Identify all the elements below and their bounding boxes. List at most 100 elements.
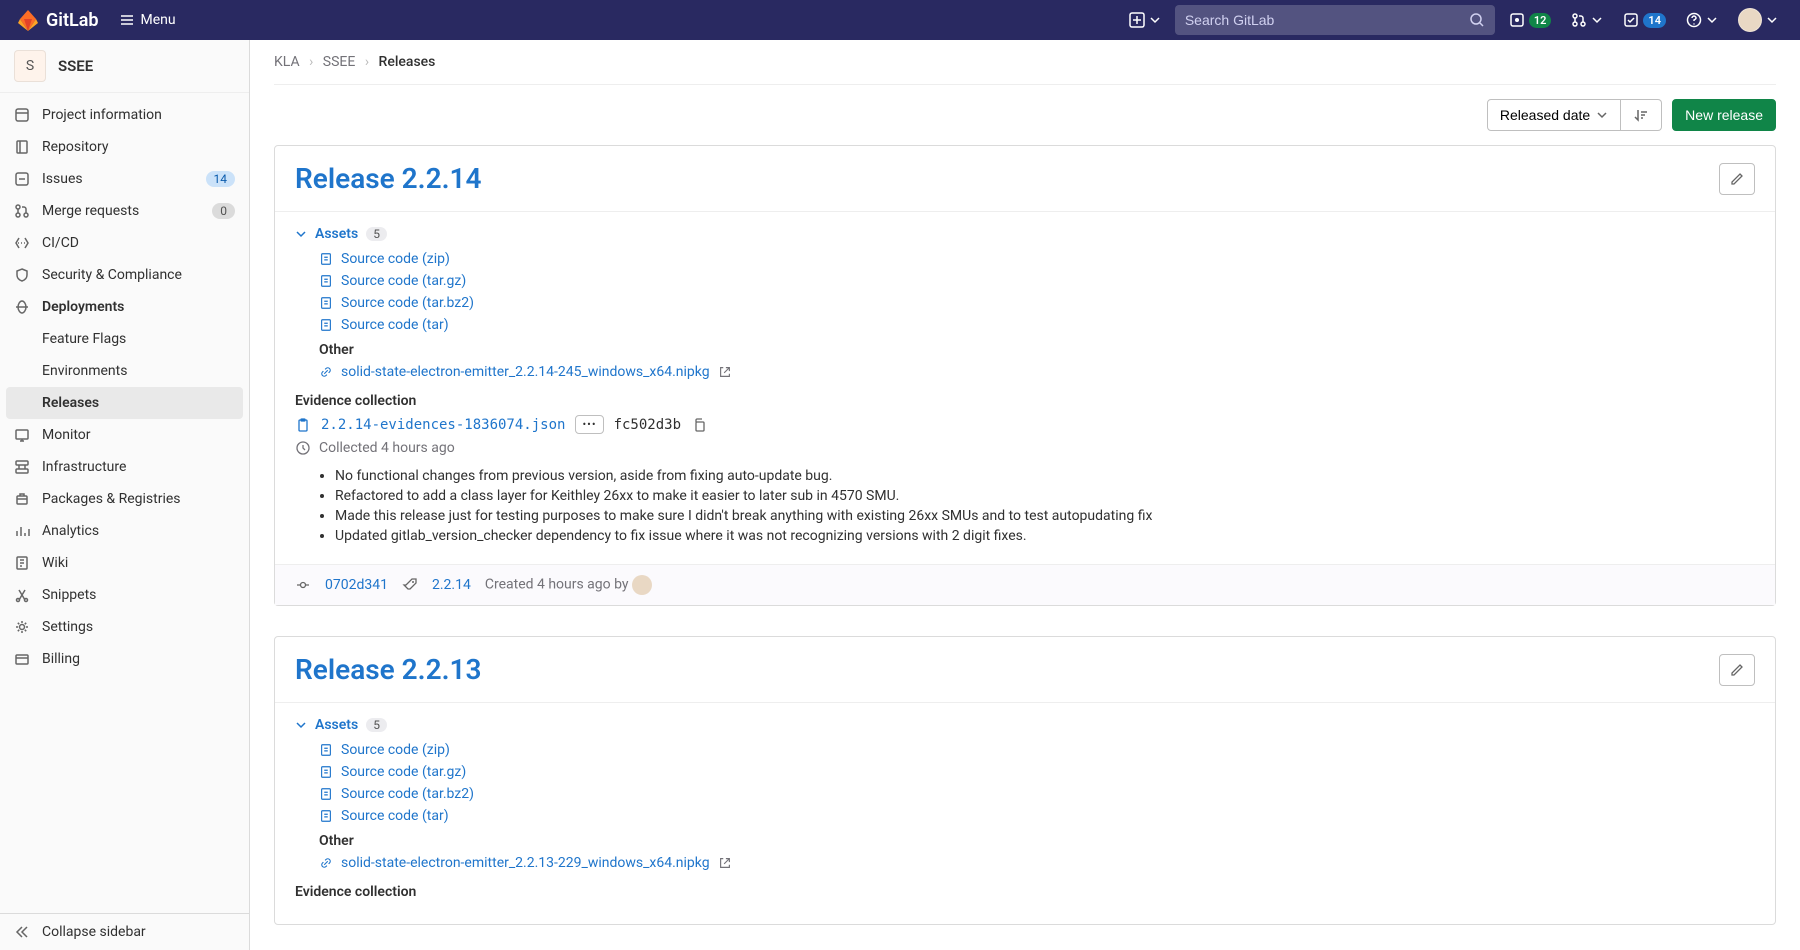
sidebar-item-label: Environments bbox=[42, 363, 235, 379]
asset-link[interactable]: Source code (tar.bz2) bbox=[319, 783, 1755, 805]
nav-issues[interactable]: 12 bbox=[1503, 8, 1558, 32]
controls-row: Released date New release bbox=[274, 85, 1776, 145]
author-avatar[interactable] bbox=[632, 575, 652, 595]
asset-link-text[interactable]: Source code (tar.gz) bbox=[341, 273, 466, 289]
sidebar-subitem-feature-flags[interactable]: Feature Flags bbox=[0, 323, 249, 355]
breadcrumb-link[interactable]: SSEE bbox=[323, 54, 356, 70]
nav-merge-requests[interactable] bbox=[1565, 8, 1609, 32]
asset-link-text[interactable]: Source code (zip) bbox=[341, 742, 450, 758]
asset-link[interactable]: Source code (tar) bbox=[319, 314, 1755, 336]
collapse-sidebar[interactable]: Collapse sidebar bbox=[0, 913, 249, 950]
asset-link[interactable]: Source code (tar.gz) bbox=[319, 761, 1755, 783]
menu-toggle[interactable]: Menu bbox=[119, 12, 176, 28]
chevron-down-icon bbox=[1591, 14, 1603, 26]
repo-icon bbox=[14, 139, 30, 155]
sidebar-item-packages-registries[interactable]: Packages & Registries bbox=[0, 483, 249, 515]
monitor-icon bbox=[14, 427, 30, 443]
other-assets-header: Other bbox=[319, 342, 1755, 358]
plus-square-icon bbox=[1129, 12, 1145, 28]
user-menu[interactable] bbox=[1732, 4, 1784, 36]
tag-link[interactable]: 2.2.14 bbox=[432, 577, 471, 593]
asset-link-text[interactable]: solid-state-electron-emitter_2.2.14-245_… bbox=[341, 364, 710, 380]
release-footer: 0702d341 2.2.14 Created 4 hours ago by bbox=[275, 564, 1775, 605]
sidebar-item-label: Project information bbox=[42, 107, 235, 123]
asset-link-external[interactable]: solid-state-electron-emitter_2.2.13-229_… bbox=[319, 852, 1755, 874]
sidebar-subitem-releases[interactable]: Releases bbox=[6, 387, 243, 419]
asset-link-text[interactable]: Source code (tar) bbox=[341, 808, 449, 824]
sidebar-item-label: Security & Compliance bbox=[42, 267, 235, 283]
gitlab-logo[interactable]: GitLab bbox=[16, 8, 99, 32]
sidebar-item-deployments[interactable]: Deployments bbox=[0, 291, 249, 323]
sidebar-item-settings[interactable]: Settings bbox=[0, 611, 249, 643]
sidebar-item-merge-requests[interactable]: Merge requests0 bbox=[0, 195, 249, 227]
sort-direction-button[interactable] bbox=[1621, 99, 1662, 131]
commit-link[interactable]: 0702d341 bbox=[325, 577, 388, 593]
sha-expand-button[interactable]: ••• bbox=[575, 415, 603, 434]
edit-release-button[interactable] bbox=[1719, 163, 1755, 195]
document-icon bbox=[319, 765, 333, 779]
sidebar-item-analytics[interactable]: Analytics bbox=[0, 515, 249, 547]
sidebar-item-label: Merge requests bbox=[42, 203, 200, 219]
asset-link-text[interactable]: Source code (tar.bz2) bbox=[341, 295, 474, 311]
assets-count: 5 bbox=[366, 718, 387, 732]
tag-icon bbox=[402, 577, 418, 593]
release-notes: No functional changes from previous vers… bbox=[295, 466, 1755, 546]
sort-dropdown[interactable]: Released date bbox=[1487, 99, 1621, 131]
edit-release-button[interactable] bbox=[1719, 654, 1755, 686]
asset-link[interactable]: Source code (tar) bbox=[319, 805, 1755, 827]
asset-link[interactable]: Source code (tar.gz) bbox=[319, 270, 1755, 292]
search-box[interactable] bbox=[1175, 5, 1495, 35]
asset-link-text[interactable]: Source code (tar.bz2) bbox=[341, 786, 474, 802]
sidebar-item-snippets[interactable]: Snippets bbox=[0, 579, 249, 611]
sidebar-project-header[interactable]: S SSEE bbox=[0, 40, 249, 93]
sidebar-item-wiki[interactable]: Wiki bbox=[0, 547, 249, 579]
asset-link[interactable]: Source code (zip) bbox=[319, 739, 1755, 761]
asset-link-external[interactable]: solid-state-electron-emitter_2.2.14-245_… bbox=[319, 361, 1755, 383]
breadcrumb-link[interactable]: KLA bbox=[274, 54, 300, 70]
release-note-item: Refactored to add a class layer for Keit… bbox=[335, 486, 1755, 506]
sidebar-item-label: Issues bbox=[42, 171, 194, 187]
release-title[interactable]: Release 2.2.13 bbox=[295, 653, 482, 686]
document-icon bbox=[319, 296, 333, 310]
new-dropdown[interactable] bbox=[1123, 8, 1167, 32]
top-navbar: GitLab Menu 12 14 bbox=[0, 0, 1800, 40]
chevron-double-left-icon bbox=[14, 924, 30, 940]
sidebar-item-infrastructure[interactable]: Infrastructure bbox=[0, 451, 249, 483]
menu-label: Menu bbox=[141, 12, 176, 28]
sidebar-item-repository[interactable]: Repository bbox=[0, 131, 249, 163]
release-title[interactable]: Release 2.2.14 bbox=[295, 162, 482, 195]
asset-link[interactable]: Source code (zip) bbox=[319, 248, 1755, 270]
sidebar-item-billing[interactable]: Billing bbox=[0, 643, 249, 675]
new-release-label: New release bbox=[1685, 107, 1763, 123]
sidebar-item-ci-cd[interactable]: CI/CD bbox=[0, 227, 249, 259]
sidebar-subitem-environments[interactable]: Environments bbox=[0, 355, 249, 387]
assets-toggle[interactable]: Assets 5 bbox=[295, 226, 1755, 242]
asset-link-text[interactable]: Source code (tar.gz) bbox=[341, 764, 466, 780]
asset-link-text[interactable]: Source code (tar) bbox=[341, 317, 449, 333]
copy-icon[interactable] bbox=[691, 417, 707, 433]
billing-icon bbox=[14, 651, 30, 667]
sidebar-item-monitor[interactable]: Monitor bbox=[0, 419, 249, 451]
count-badge: 14 bbox=[206, 171, 236, 187]
merge-request-icon bbox=[1571, 12, 1587, 28]
evidence-header: Evidence collection bbox=[295, 393, 1755, 409]
nav-todos[interactable]: 14 bbox=[1617, 8, 1672, 32]
asset-link-text[interactable]: Source code (zip) bbox=[341, 251, 450, 267]
external-link-icon bbox=[718, 365, 732, 379]
search-input[interactable] bbox=[1185, 12, 1469, 28]
sidebar-item-label: Billing bbox=[42, 651, 235, 667]
sidebar-item-label: Wiki bbox=[42, 555, 235, 571]
link-icon bbox=[319, 856, 333, 870]
sidebar-item-issues[interactable]: Issues 14 bbox=[0, 163, 249, 195]
sidebar-item-project-information[interactable]: Project information bbox=[0, 99, 249, 131]
assets-count: 5 bbox=[366, 227, 387, 241]
issues-count-badge: 12 bbox=[1529, 13, 1552, 28]
evidence-file-link[interactable]: 2.2.14-evidences-1836074.json bbox=[321, 417, 565, 433]
asset-link[interactable]: Source code (tar.bz2) bbox=[319, 292, 1755, 314]
document-icon bbox=[319, 318, 333, 332]
sidebar-item-security-compliance[interactable]: Security & Compliance bbox=[0, 259, 249, 291]
asset-link-text[interactable]: solid-state-electron-emitter_2.2.13-229_… bbox=[341, 855, 710, 871]
new-release-button[interactable]: New release bbox=[1672, 99, 1776, 131]
nav-help[interactable] bbox=[1680, 8, 1724, 32]
assets-toggle[interactable]: Assets 5 bbox=[295, 717, 1755, 733]
